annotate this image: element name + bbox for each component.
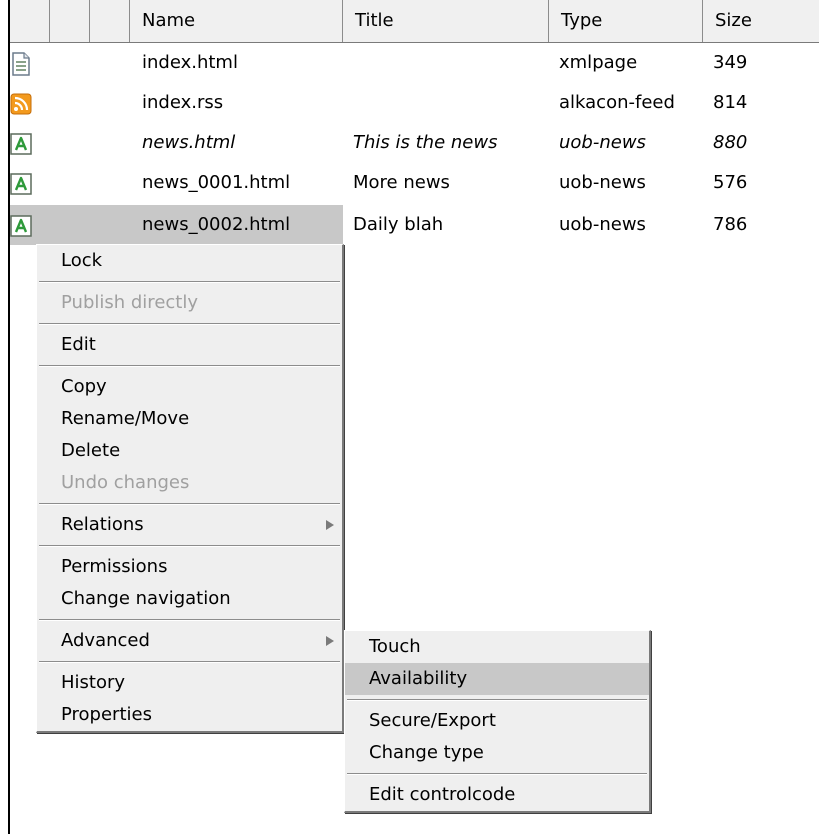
news-file-icon bbox=[10, 213, 32, 237]
submenu-arrow-icon bbox=[326, 520, 334, 530]
news-file-icon bbox=[10, 131, 32, 155]
cell-name: index.html bbox=[142, 52, 238, 73]
cell-title: More news bbox=[353, 172, 450, 193]
menu-item-relations[interactable]: Relations bbox=[37, 509, 342, 541]
cell-type: alkacon-feed bbox=[559, 92, 675, 113]
table-row[interactable]: index.rss alkacon-feed 814 bbox=[10, 83, 819, 123]
cell-title: This is the news bbox=[353, 132, 498, 153]
menu-item-properties[interactable]: Properties bbox=[37, 699, 342, 731]
header-column-lock[interactable] bbox=[50, 0, 90, 42]
menu-item-edit-controlcode[interactable]: Edit controlcode bbox=[345, 779, 649, 811]
table-row[interactable]: index.html xmlpage 349 bbox=[10, 43, 819, 83]
menu-item-change-type[interactable]: Change type bbox=[345, 737, 649, 769]
menu-item-touch[interactable]: Touch bbox=[345, 631, 649, 663]
menu-separator bbox=[39, 545, 340, 547]
header-name[interactable]: Name bbox=[130, 0, 343, 42]
cell-type: uob-news bbox=[559, 214, 646, 235]
cell-type: xmlpage bbox=[559, 52, 638, 73]
header-title[interactable]: Title bbox=[343, 0, 549, 42]
table-row-selected[interactable]: news_0002.html Daily blah uob-news 786 bbox=[10, 205, 819, 245]
cell-type: uob-news bbox=[559, 132, 646, 153]
menu-separator bbox=[347, 699, 647, 701]
cell-type: uob-news bbox=[559, 172, 646, 193]
menu-item-availability[interactable]: Availability bbox=[345, 663, 649, 695]
menu-separator bbox=[39, 661, 340, 663]
context-menu: Lock Publish directly Edit Copy Rename/M… bbox=[36, 244, 344, 733]
menu-item-publish-directly: Publish directly bbox=[61, 292, 198, 313]
header-type[interactable]: Type bbox=[549, 0, 703, 42]
menu-item-advanced-label: Advanced bbox=[61, 630, 150, 651]
menu-item-rename-move[interactable]: Rename/Move bbox=[37, 403, 342, 435]
cell-size: 880 bbox=[713, 132, 748, 153]
menu-item-relations-label: Relations bbox=[61, 514, 144, 535]
advanced-submenu: Touch Availability Secure/Export Change … bbox=[344, 630, 651, 813]
table-header: Name Title Type Size bbox=[10, 0, 819, 43]
table-row[interactable]: news.html This is the news uob-news 880 bbox=[10, 123, 819, 163]
cell-size: 349 bbox=[713, 52, 748, 73]
news-file-icon bbox=[10, 171, 32, 195]
table-row[interactable]: news_0001.html More news uob-news 576 bbox=[10, 163, 819, 203]
cell-name: index.rss bbox=[142, 92, 224, 113]
cell-size: 576 bbox=[713, 172, 748, 193]
menu-separator bbox=[39, 503, 340, 505]
menu-item-edit[interactable]: Edit bbox=[37, 329, 342, 361]
menu-separator bbox=[39, 365, 340, 367]
menu-item-change-navigation[interactable]: Change navigation bbox=[37, 583, 342, 615]
menu-separator bbox=[39, 323, 340, 325]
menu-separator bbox=[347, 773, 647, 775]
rss-feed-icon bbox=[10, 91, 32, 115]
cell-title: Daily blah bbox=[353, 214, 444, 235]
xml-page-icon bbox=[10, 51, 32, 76]
menu-item-copy[interactable]: Copy bbox=[37, 371, 342, 403]
menu-item-advanced[interactable]: Advanced bbox=[37, 625, 342, 657]
submenu-arrow-icon bbox=[326, 636, 334, 646]
menu-item-undo-changes: Undo changes bbox=[61, 472, 190, 493]
cell-name: news_0001.html bbox=[142, 172, 291, 193]
menu-item-delete[interactable]: Delete bbox=[37, 435, 342, 467]
menu-separator bbox=[39, 619, 340, 621]
header-size[interactable]: Size bbox=[703, 0, 819, 42]
cell-name: news.html bbox=[142, 132, 236, 153]
menu-item-secure-export[interactable]: Secure/Export bbox=[345, 705, 649, 737]
menu-item-permissions[interactable]: Permissions bbox=[37, 551, 342, 583]
menu-item-history[interactable]: History bbox=[37, 667, 342, 699]
menu-item-lock[interactable]: Lock bbox=[37, 245, 342, 277]
header-column-project[interactable] bbox=[90, 0, 130, 42]
header-column-state[interactable] bbox=[10, 0, 50, 42]
cell-size: 786 bbox=[713, 214, 748, 235]
cell-name: news_0002.html bbox=[142, 214, 291, 235]
cell-size: 814 bbox=[713, 92, 748, 113]
menu-separator bbox=[39, 281, 340, 283]
